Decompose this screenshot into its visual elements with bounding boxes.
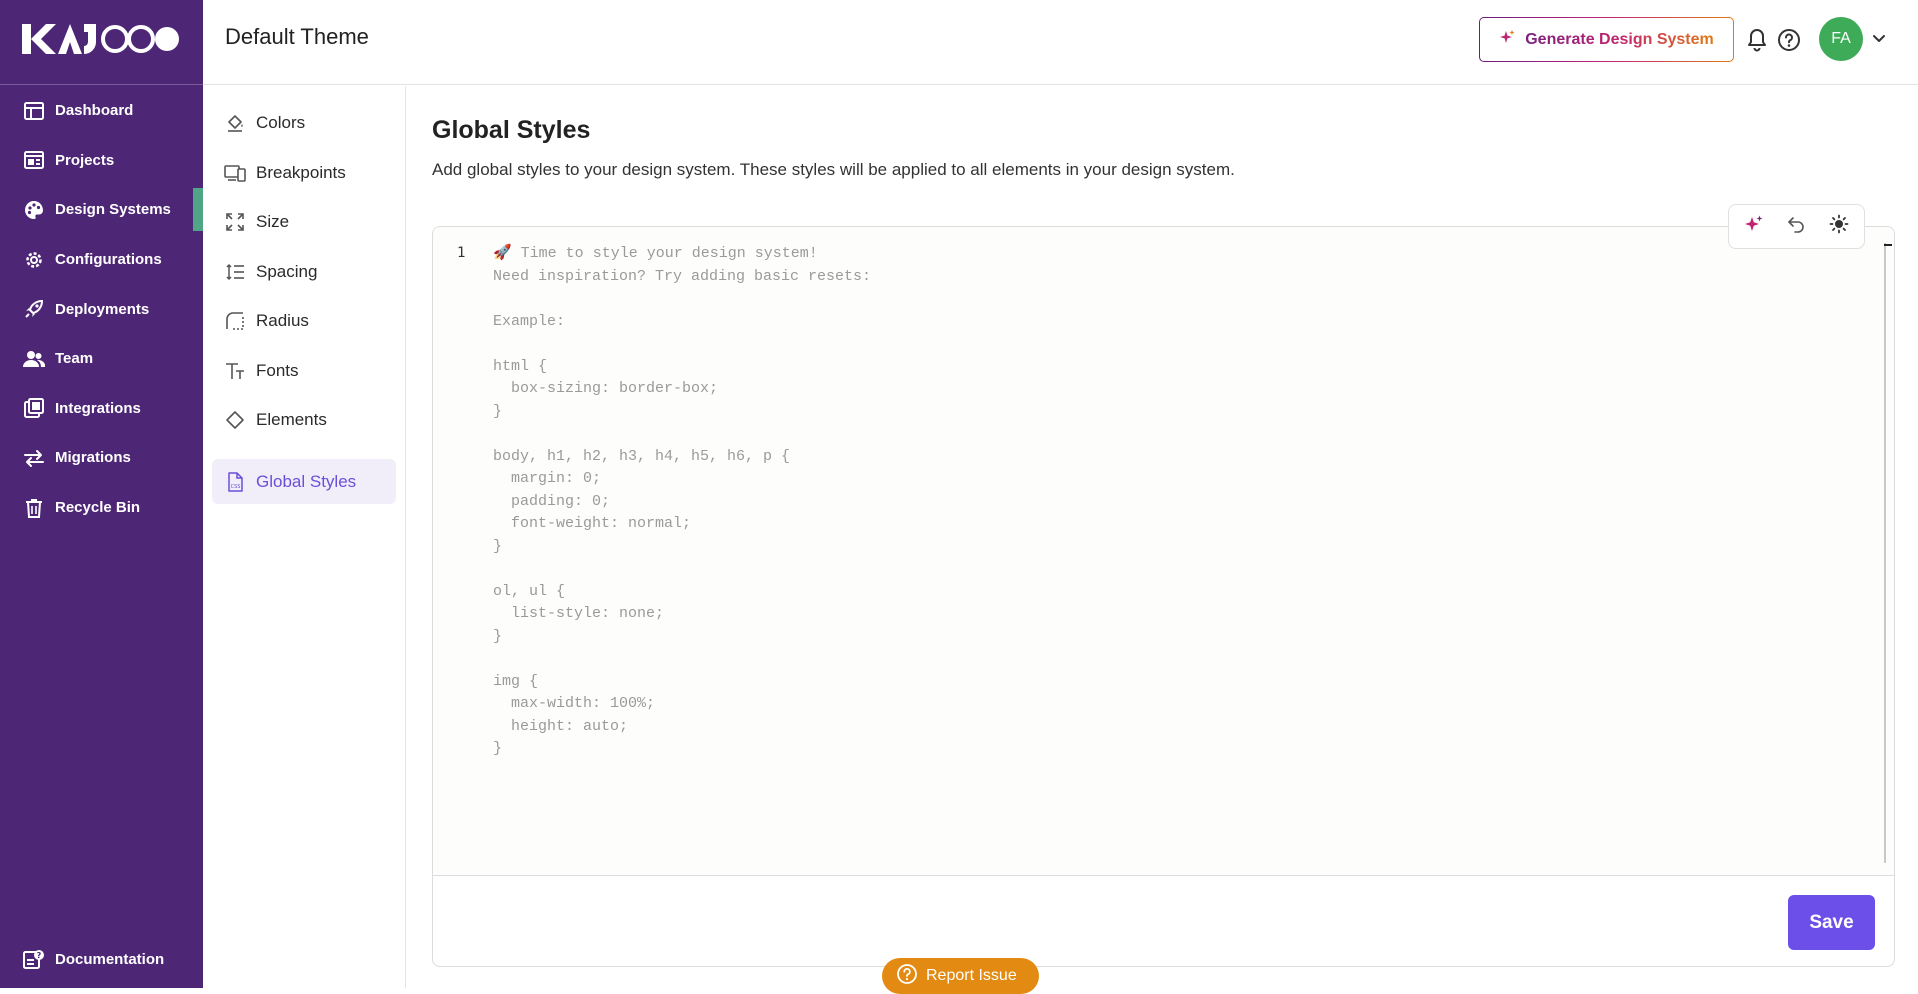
subnav-item-label: Elements xyxy=(256,409,327,429)
sidebar-item-configurations[interactable]: Configurations xyxy=(0,235,203,285)
report-issue-button[interactable]: Report Issue xyxy=(882,958,1039,994)
sidebar-item-label: Design Systems xyxy=(55,201,171,219)
subnav-item-label: Spacing xyxy=(256,261,318,281)
sidebar-item-label: Team xyxy=(55,350,94,368)
sidebar-item-label: Integrations xyxy=(55,399,141,417)
subnav-item-radius[interactable]: Radius xyxy=(212,298,396,343)
team-icon xyxy=(23,348,45,370)
sidebar-item-documentation[interactable]: ? Documentation xyxy=(0,930,203,988)
sidebar-item-design-systems[interactable]: Design Systems xyxy=(0,185,203,235)
radius-icon xyxy=(224,310,246,332)
line-number: 1 xyxy=(457,245,466,261)
sidebar-item-migrations[interactable]: Migrations xyxy=(0,433,203,483)
expand-icon xyxy=(224,211,246,233)
subnav-item-label: Fonts xyxy=(256,360,299,380)
main-sidebar: Dashboard Projects Design Systems Config… xyxy=(0,0,203,988)
subnav-item-global-styles[interactable]: CSS Global Styles xyxy=(212,459,396,504)
scrollbar-cap xyxy=(1884,244,1892,246)
generate-design-system-button[interactable]: Generate Design System xyxy=(1479,17,1734,62)
sparkle-icon xyxy=(1744,214,1764,239)
theme-toggle-button[interactable] xyxy=(1823,211,1855,243)
ai-sparkle-button[interactable] xyxy=(1738,211,1770,243)
design-system-subnav: Colors Breakpoints Size Spacing Radius F… xyxy=(203,86,406,988)
bell-icon[interactable] xyxy=(1744,27,1770,53)
logo-mark xyxy=(22,24,179,54)
page-description: Add global styles to your design system.… xyxy=(432,160,1235,179)
subnav-item-breakpoints[interactable]: Breakpoints xyxy=(212,150,396,195)
subnav-item-spacing[interactable]: Spacing xyxy=(212,249,396,294)
subnav-item-size[interactable]: Size xyxy=(212,199,396,244)
migrations-icon xyxy=(23,447,45,469)
devices-icon xyxy=(224,162,246,184)
sidebar-item-recycle-bin[interactable]: Recycle Bin xyxy=(0,483,203,533)
sidebar-item-team[interactable]: Team xyxy=(0,334,203,384)
subnav-item-label: Global Styles xyxy=(256,471,357,491)
gear-icon xyxy=(23,249,45,271)
save-button[interactable]: Save xyxy=(1788,895,1875,950)
subnav-item-elements[interactable]: Elements xyxy=(212,397,396,442)
documentation-icon: ? xyxy=(23,948,45,970)
help-icon[interactable] xyxy=(1776,27,1802,53)
sidebar-divider xyxy=(0,84,203,85)
sidebar-item-projects[interactable]: Projects xyxy=(0,136,203,186)
sidebar-item-label: Deployments xyxy=(55,300,150,318)
sidebar-item-label: Migrations xyxy=(55,449,131,467)
sun-icon xyxy=(1829,214,1849,239)
svg-text:CSS: CSS xyxy=(231,484,241,490)
rocket-icon xyxy=(23,298,45,320)
svg-text:?: ? xyxy=(37,951,42,960)
chevron-down-icon[interactable] xyxy=(1871,30,1887,46)
top-header: Default Theme Generate Design System FA xyxy=(203,0,1918,85)
undo-button[interactable] xyxy=(1780,211,1812,243)
undo-icon xyxy=(1786,214,1806,239)
dashboard-icon xyxy=(23,100,45,122)
subnav-item-label: Colors xyxy=(256,112,306,132)
editor-placeholder[interactable]: 🚀 Time to style your design system! Need… xyxy=(493,243,871,761)
line-spacing-icon xyxy=(224,261,246,283)
sidebar-item-integrations[interactable]: Integrations xyxy=(0,384,203,434)
sidebar-item-label: Projects xyxy=(55,151,115,169)
sidebar-item-dashboard[interactable]: Dashboard xyxy=(0,86,203,136)
sidebar-item-label: Configurations xyxy=(55,251,162,269)
sidebar-item-deployments[interactable]: Deployments xyxy=(0,284,203,334)
projects-icon xyxy=(23,149,45,171)
css-file-icon: CSS xyxy=(224,471,246,493)
editor-toolbar xyxy=(1728,204,1865,249)
editor-scrollbar[interactable] xyxy=(1884,243,1886,863)
diamond-icon xyxy=(224,409,246,431)
paint-bucket-icon xyxy=(224,112,246,134)
subnav-item-label: Breakpoints xyxy=(256,162,346,182)
report-issue-label: Report Issue xyxy=(926,967,1017,984)
integrations-icon xyxy=(23,397,45,419)
css-editor: 1 🚀 Time to style your design system! Ne… xyxy=(432,226,1895,967)
code-editor-area[interactable]: 1 🚀 Time to style your design system! Ne… xyxy=(433,227,1894,876)
documentation-label: Documentation xyxy=(55,950,165,968)
text-size-icon xyxy=(224,360,246,382)
palette-icon xyxy=(23,199,45,221)
sidebar-item-label: Dashboard xyxy=(55,102,134,120)
help-circle-icon xyxy=(896,963,918,990)
sidebar-menu: Dashboard Projects Design Systems Config… xyxy=(0,86,203,532)
sparkle-icon xyxy=(1499,29,1515,50)
main-content: Global Styles Add global styles to your … xyxy=(407,86,1918,988)
avatar[interactable]: FA xyxy=(1819,17,1863,61)
sidebar-item-label: Recycle Bin xyxy=(55,499,141,517)
subnav-item-label: Size xyxy=(256,211,290,231)
subnav-item-colors[interactable]: Colors xyxy=(212,100,396,145)
kajoo-logo[interactable] xyxy=(22,20,180,58)
subnav-item-fonts[interactable]: Fonts xyxy=(212,348,396,393)
page-title: Global Styles xyxy=(432,116,591,144)
subnav-item-label: Radius xyxy=(256,310,309,330)
page-header-title: Default Theme xyxy=(225,24,369,49)
trash-icon xyxy=(23,497,45,519)
generate-button-label: Generate Design System xyxy=(1525,30,1714,48)
